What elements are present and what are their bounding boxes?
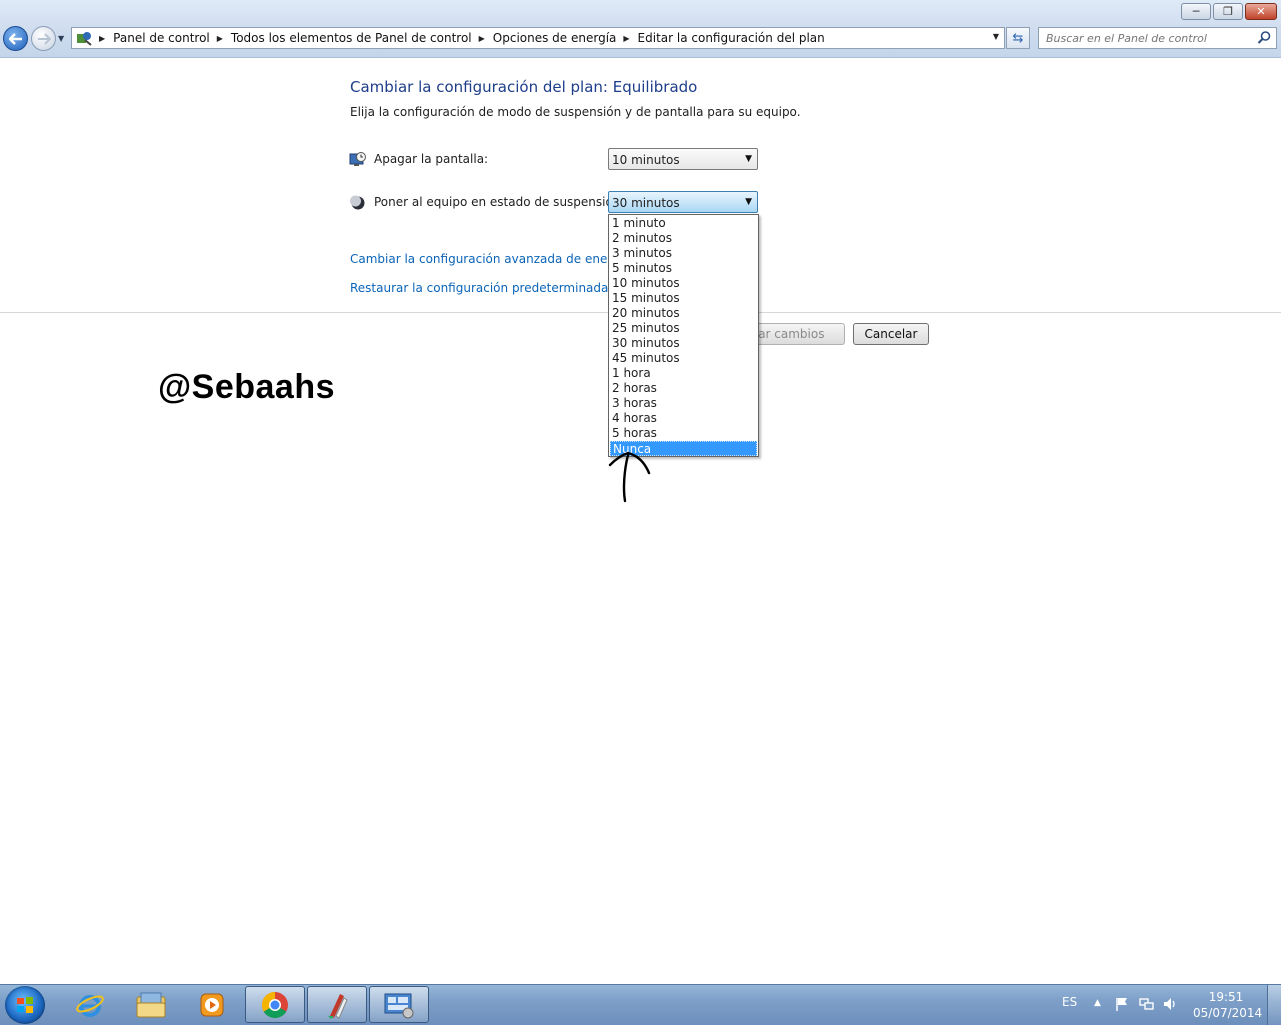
action-center-flag-icon[interactable]: [1114, 996, 1130, 1012]
restore-icon: ❐: [1223, 5, 1233, 18]
taskbar-media-player[interactable]: [182, 986, 242, 1023]
search-box[interactable]: [1038, 27, 1277, 49]
breadcrumb-panel-de-control[interactable]: Panel de control: [113, 31, 210, 45]
ie-icon: [76, 994, 104, 1017]
chevron-down-icon: ▼: [745, 154, 752, 164]
page-title: Cambiar la configuración del plan: Equil…: [350, 78, 698, 96]
option-4-horas[interactable]: 4 horas: [610, 411, 757, 426]
forward-button[interactable]: [31, 26, 56, 51]
sleep-value: 30 minutos: [612, 196, 680, 210]
option-3-minutos[interactable]: 3 minutos: [610, 246, 757, 261]
chrome-icon: [261, 991, 288, 1018]
show-desktop-button[interactable]: [1267, 985, 1281, 1025]
display-off-value: 10 minutos: [612, 153, 680, 167]
window-chrome: ─ ❐ ✕ ▼ ▶ Panel de control ▶ Todos los e…: [0, 0, 1281, 58]
breadcrumb-separator[interactable]: ▶: [479, 34, 485, 43]
restore-button[interactable]: ❐: [1213, 3, 1243, 20]
volume-icon[interactable]: [1162, 996, 1178, 1012]
clock-time[interactable]: 19:51: [1198, 990, 1254, 1004]
control-panel-window-icon: [384, 993, 414, 1018]
restore-defaults-link[interactable]: Restaurar la configuración predeterminad…: [350, 281, 649, 295]
close-button[interactable]: ✕: [1245, 3, 1277, 20]
refresh-icon: ⇆: [1012, 30, 1024, 46]
sleep-options-list[interactable]: 1 minuto 2 minutos 3 minutos 5 minutos 1…: [608, 214, 759, 457]
advanced-settings-link[interactable]: Cambiar la configuración avanzada de ene…: [350, 252, 630, 266]
breadcrumb-separator[interactable]: ▶: [623, 34, 629, 43]
explorer-folder-icon: [136, 992, 166, 1017]
option-10-minutos[interactable]: 10 minutos: [610, 276, 757, 291]
sleep-select[interactable]: 30 minutos ▼: [608, 191, 758, 213]
cancel-button[interactable]: Cancelar: [853, 323, 929, 345]
option-15-minutos[interactable]: 15 minutos: [610, 291, 757, 306]
sleep-label: Poner al equipo en estado de suspensión:: [374, 195, 625, 209]
taskbar: ES ▲ 19:51 05/07/2014: [0, 984, 1281, 1025]
option-2-minutos[interactable]: 2 minutos: [610, 231, 757, 246]
recent-pages-dropdown[interactable]: ▼: [58, 34, 64, 43]
page-subtitle: Elija la configuración de modo de suspen…: [350, 105, 801, 119]
option-45-minutos[interactable]: 45 minutos: [610, 351, 757, 366]
taskbar-chrome[interactable]: [245, 986, 305, 1023]
breadcrumb-opciones-de-energia[interactable]: Opciones de energía: [493, 31, 617, 45]
taskbar-internet-explorer[interactable]: [60, 986, 120, 1023]
language-indicator[interactable]: ES: [1062, 995, 1077, 1009]
search-input[interactable]: [1039, 28, 1256, 48]
refresh-button[interactable]: ⇆: [1006, 27, 1030, 49]
show-hidden-icons-button[interactable]: ▲: [1094, 998, 1101, 1008]
address-history-dropdown[interactable]: ▼: [993, 32, 999, 41]
option-1-hora[interactable]: 1 hora: [610, 366, 757, 381]
breadcrumb-editar-configuracion[interactable]: Editar la configuración del plan: [638, 31, 825, 45]
windows-logo-icon: [17, 997, 33, 1013]
option-3-horas[interactable]: 3 horas: [610, 396, 757, 411]
arrow-left-icon: [8, 32, 22, 45]
option-2-horas[interactable]: 2 horas: [610, 381, 757, 396]
option-20-minutos[interactable]: 20 minutos: [610, 306, 757, 321]
option-5-horas[interactable]: 5 horas: [610, 426, 757, 441]
breadcrumb-separator[interactable]: ▶: [99, 34, 105, 43]
option-5-minutos[interactable]: 5 minutos: [610, 261, 757, 276]
taskbar-control-panel-window[interactable]: [369, 986, 429, 1023]
paint-brush-icon: [328, 993, 348, 1019]
display-off-label: Apagar la pantalla:: [374, 152, 489, 166]
breadcrumb-separator[interactable]: ▶: [217, 34, 223, 43]
clock-date[interactable]: 05/07/2014: [1193, 1006, 1262, 1020]
minimize-icon: ─: [1192, 5, 1200, 18]
address-bar[interactable]: ▶ Panel de control ▶ Todos los elementos…: [71, 27, 1005, 49]
control-panel-icon: [77, 32, 92, 46]
watermark-text: @Sebaahs: [158, 368, 336, 406]
back-button[interactable]: [3, 26, 28, 51]
moon-icon: [350, 195, 365, 210]
display-off-select[interactable]: 10 minutos ▼: [608, 148, 758, 170]
monitor-clock-icon: [349, 152, 366, 166]
minimize-button[interactable]: ─: [1181, 3, 1211, 20]
breadcrumb-todos-los-elementos[interactable]: Todos los elementos de Panel de control: [231, 31, 472, 45]
arrow-right-icon: [37, 32, 51, 45]
network-icon[interactable]: [1138, 996, 1154, 1012]
hand-drawn-arrow-annotation: [608, 451, 651, 503]
chevron-down-icon: ▼: [745, 197, 752, 207]
close-icon: ✕: [1256, 5, 1266, 18]
start-button[interactable]: [5, 986, 45, 1024]
option-30-minutos[interactable]: 30 minutos: [610, 336, 757, 351]
taskbar-paint[interactable]: [307, 986, 367, 1023]
taskbar-explorer[interactable]: [121, 986, 181, 1023]
media-player-icon: [200, 993, 224, 1016]
option-1-minuto[interactable]: 1 minuto: [610, 216, 757, 231]
option-25-minutos[interactable]: 25 minutos: [610, 321, 757, 336]
search-icon[interactable]: [1257, 30, 1272, 45]
